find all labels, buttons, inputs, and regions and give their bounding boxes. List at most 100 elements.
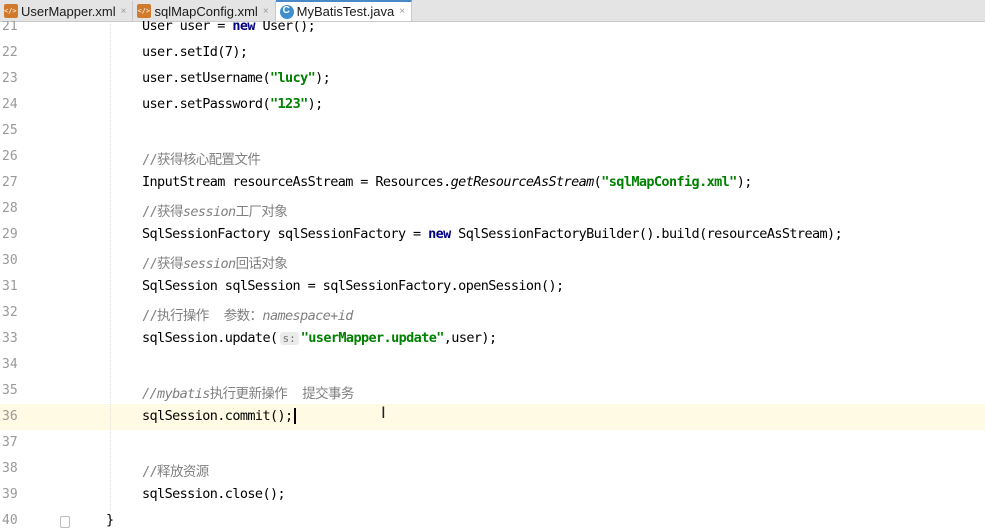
string-literal: "userMapper.update"	[300, 330, 445, 346]
xml-file-icon	[4, 4, 18, 18]
code-line[interactable]: 32 //执行操作 参数：namespace+id	[0, 300, 985, 326]
line-number: 29	[2, 227, 18, 242]
code-token: SqlSessionFactory sqlSessionFactory =	[142, 226, 429, 242]
code-token: User();	[254, 21, 316, 34]
line-number: 21	[2, 21, 18, 34]
code-editor[interactable]: 21 User user = new User(); 22 user.setId(7)…	[0, 21, 985, 529]
method-token: getResourceAsStream	[450, 174, 595, 190]
line-number: 36	[2, 409, 18, 424]
code-line[interactable]: 25	[0, 118, 985, 144]
comment-text: //执行操作 参数：	[142, 308, 263, 324]
code-line[interactable]: 37	[0, 430, 985, 456]
code-token: sqlSession.commit();	[142, 408, 293, 424]
comment-text: //获得	[142, 204, 183, 220]
code-text: SqlSession sqlSession = sqlSessionFactor…	[142, 278, 564, 294]
string-literal: "123"	[269, 96, 308, 112]
keyword-token: new	[232, 21, 255, 34]
code-token: sqlSession.update(	[142, 330, 278, 346]
line-number: 26	[2, 149, 18, 164]
line-number: 32	[2, 305, 18, 320]
comment-text: session	[182, 204, 236, 220]
code-line[interactable]: 27 InputStream resourceAsStream = Resourc…	[0, 170, 985, 196]
tab-mybatistest-java[interactable]: MyBatisTest.java ×	[275, 0, 413, 21]
code-line[interactable]: 22 user.setId(7);	[0, 40, 985, 66]
code-text: SqlSessionFactory sqlSessionFactory = ne…	[142, 226, 843, 242]
code-text: sqlSession.commit();	[142, 408, 296, 424]
line-number: 23	[2, 71, 18, 86]
code-token: );	[315, 70, 331, 86]
tab-label: MyBatisTest.java	[296, 4, 395, 19]
code-line[interactable]: 21 User user = new User();	[0, 21, 985, 40]
code-line[interactable]: 28 //获得session工厂对象	[0, 196, 985, 222]
code-token: InputStream resourceAsStream = Resources…	[142, 174, 451, 190]
comment-text: //释放资源	[142, 464, 209, 480]
code-line[interactable]: 38 //释放资源	[0, 456, 985, 482]
line-number: 22	[2, 45, 18, 60]
line-number: 38	[2, 461, 18, 476]
code-token: sqlSession.close();	[142, 486, 286, 502]
comment-text: //mybatis	[142, 386, 210, 402]
code-text: //获得session工厂对象	[142, 200, 288, 220]
code-token: User user =	[142, 21, 233, 34]
current-code-line[interactable]: 36 sqlSession.commit();	[0, 404, 985, 430]
close-tab-icon[interactable]: ×	[121, 6, 127, 17]
indent-guide	[110, 21, 111, 511]
code-text: //mybatis执行更新操作 提交事务	[142, 382, 354, 402]
line-number: 33	[2, 331, 18, 346]
code-line[interactable]: 33 sqlSession.update(s: "userMapper.update…	[0, 326, 985, 352]
string-literal: "sqlMapConfig.xml"	[601, 174, 737, 190]
string-literal: "lucy"	[269, 70, 316, 86]
tab-sqlmapconfig-xml[interactable]: sqlMapConfig.xml ×	[133, 1, 276, 21]
tab-label: sqlMapConfig.xml	[154, 3, 258, 19]
comment-text: 回话对象	[235, 256, 288, 272]
line-number: 25	[2, 123, 18, 138]
code-line[interactable]: 39 sqlSession.close();	[0, 482, 985, 508]
java-class-icon	[279, 4, 294, 19]
code-text: User user = new User();	[142, 21, 316, 34]
code-token: );	[307, 96, 324, 112]
code-text: sqlSession.update(s: "userMapper.update",…	[142, 330, 497, 346]
code-line[interactable]: 29 SqlSessionFactory sqlSessionFactory = …	[0, 222, 985, 248]
code-text: user.setId(7);	[142, 44, 248, 60]
code-line[interactable]: 26 //获得核心配置文件	[0, 144, 985, 170]
line-number: 28	[2, 201, 18, 216]
code-line[interactable]: 35 //mybatis执行更新操作 提交事务	[0, 378, 985, 404]
comment-text: //获得核心配置文件	[142, 152, 261, 168]
comment-text: namespace+id	[262, 308, 353, 324]
line-number: 34	[2, 357, 18, 372]
line-number: 37	[2, 435, 18, 450]
line-number: 24	[2, 97, 18, 112]
line-number: 39	[2, 487, 18, 502]
closing-brace: }	[106, 512, 115, 528]
tab-label: UserMapper.xml	[21, 3, 116, 19]
code-text: //获得核心配置文件	[142, 148, 261, 168]
keyword-token: new	[428, 226, 451, 242]
close-tab-icon[interactable]: ×	[263, 6, 269, 17]
code-line[interactable]: 24 user.setPassword("123");	[0, 92, 985, 118]
code-token: user.setPassword(	[142, 96, 271, 112]
editor-tab-bar: UserMapper.xml×sqlMapConfig.xml×MyBatisT…	[0, 0, 985, 22]
code-text: //执行操作 参数：namespace+id	[142, 304, 353, 324]
tab-usermapper-xml[interactable]: UserMapper.xml ×	[0, 1, 134, 21]
code-text: //释放资源	[142, 460, 209, 480]
code-text: user.setPassword("123");	[142, 96, 323, 112]
close-tab-icon[interactable]: ×	[399, 6, 405, 17]
text-caret	[293, 408, 296, 424]
code-text: sqlSession.close();	[142, 486, 286, 502]
code-token: ,user);	[443, 330, 497, 346]
code-token: );	[736, 174, 753, 190]
code-line[interactable]: 40	[0, 508, 985, 529]
code-token: user.setUsername(	[142, 70, 271, 86]
line-number: 27	[2, 175, 18, 190]
line-number: 40	[2, 513, 18, 528]
fold-marker-icon[interactable]	[60, 516, 70, 528]
xml-file-icon	[137, 4, 152, 18]
code-text: InputStream resourceAsStream = Resources…	[142, 174, 752, 190]
code-line[interactable]: 34	[0, 352, 985, 378]
code-line[interactable]: 30 //获得session回话对象	[0, 248, 985, 274]
code-text: user.setUsername("lucy");	[142, 70, 331, 86]
line-number: 35	[2, 383, 18, 398]
code-line[interactable]: 23 user.setUsername("lucy");	[0, 66, 985, 92]
code-line[interactable]: 31 SqlSession sqlSession = sqlSessionFact…	[0, 274, 985, 300]
comment-text: 执行更新操作 提交事务	[209, 386, 355, 402]
